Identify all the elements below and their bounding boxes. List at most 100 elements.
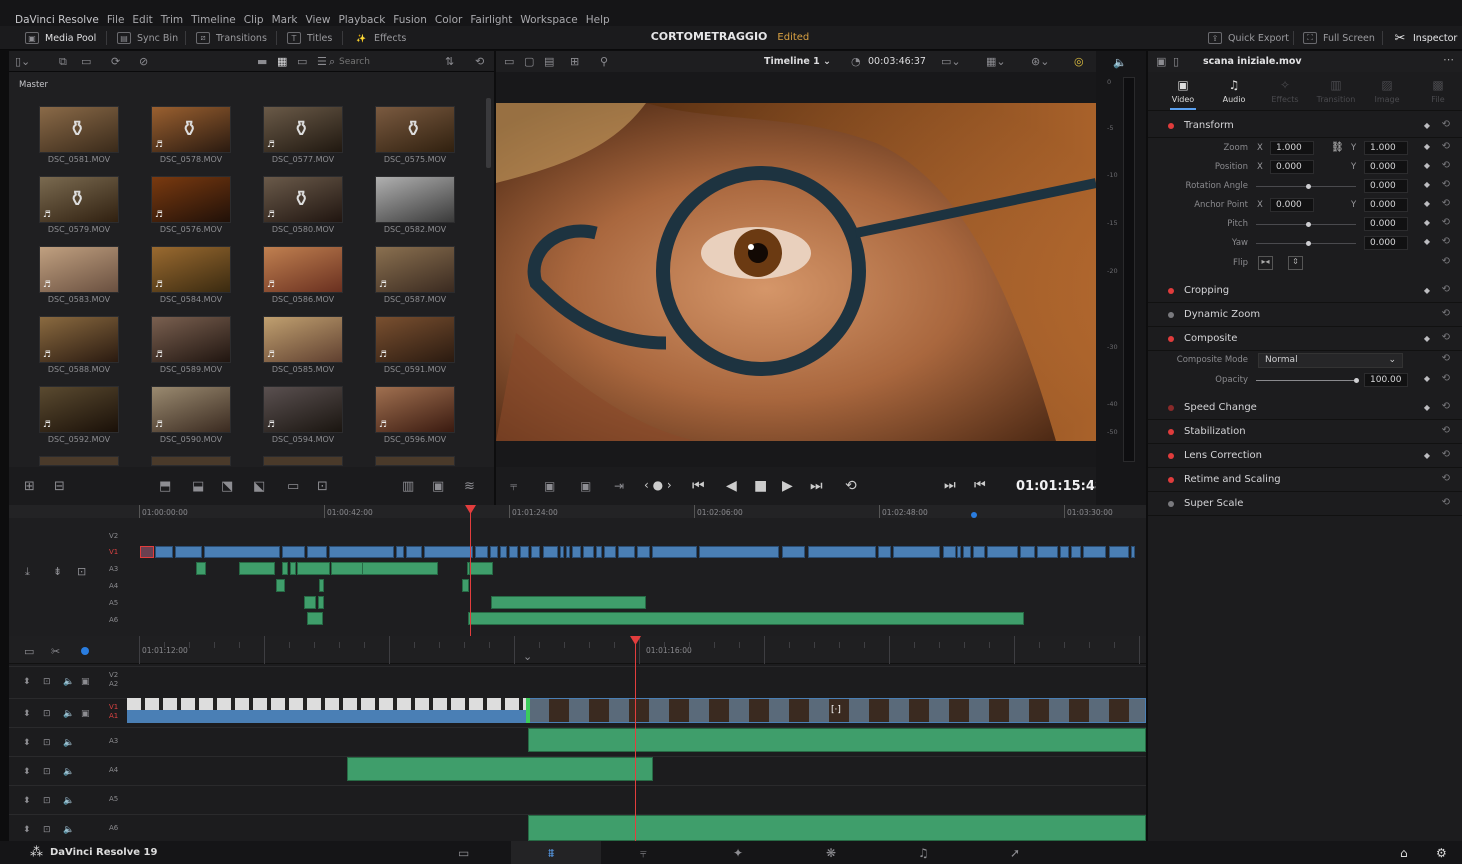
reset-icon[interactable]: ⟲ <box>1442 179 1450 190</box>
toggle-dot-icon[interactable] <box>1168 404 1174 411</box>
audio-clip-linked[interactable] <box>127 710 528 723</box>
options-icon[interactable]: ⋯ <box>1443 53 1454 66</box>
video-clip[interactable] <box>987 546 1018 558</box>
video-clip[interactable] <box>396 546 404 558</box>
menu-item-7[interactable]: View <box>306 14 331 26</box>
audio-clip[interactable] <box>318 596 324 609</box>
clip-thumbnail-partial[interactable] <box>375 456 455 466</box>
inspector-button[interactable]: ✂ Inspector <box>1393 30 1458 46</box>
scissors-icon[interactable]: ✂ <box>51 645 60 658</box>
yaw-value[interactable]: 0.000 <box>1364 236 1408 250</box>
menu-item-1[interactable]: File <box>107 14 125 26</box>
video-clip[interactable] <box>808 546 876 558</box>
clip-thumbnail[interactable]: ♬ <box>39 316 119 363</box>
keyframe-diamond-icon[interactable]: ◆ <box>1424 451 1430 460</box>
reset-icon[interactable]: ⟲ <box>1442 198 1450 209</box>
video-clip[interactable] <box>596 546 602 558</box>
audio-clip[interactable] <box>276 579 285 592</box>
toggle-dot-icon[interactable] <box>1168 452 1174 459</box>
zoom-value[interactable]: 1.000 <box>1270 141 1314 155</box>
audio-clip[interactable] <box>362 562 438 575</box>
rotation-value[interactable]: 0.000 <box>1364 179 1408 193</box>
track-move-icon[interactable]: ⬍ <box>23 796 31 806</box>
section-super-scale[interactable]: Super Scale ⟲ <box>1148 492 1462 516</box>
unlink-icon[interactable]: ⊘ <box>139 55 148 68</box>
video-clip[interactable] <box>1060 546 1069 558</box>
full-screen-button[interactable]: ⛶ Full Screen <box>1303 30 1375 46</box>
link-icon[interactable]: ⛓ <box>1331 142 1344 153</box>
keyframe-diamond-icon[interactable]: ◆ <box>1424 374 1430 383</box>
audio-clip[interactable] <box>297 562 330 575</box>
edit-point-handle[interactable] <box>526 698 530 723</box>
viewer-size-icon[interactable]: ▭⌄ <box>941 55 961 68</box>
toggle-dot-icon[interactable] <box>1168 311 1174 318</box>
menu-item-9[interactable]: Fusion <box>393 14 427 26</box>
link-icon[interactable]: ⟳ <box>111 55 120 68</box>
menu-item-11[interactable]: Fairlight <box>470 14 512 26</box>
smart-insert-icon[interactable]: ⬒ <box>159 479 171 494</box>
reset-icon[interactable]: ⟲ <box>1442 497 1450 508</box>
clip-thumbnail-partial[interactable] <box>263 456 343 466</box>
play-icon[interactable]: ▶ <box>782 478 793 494</box>
video-clip-filmstrip[interactable] <box>127 698 528 710</box>
clip-thumbnail[interactable]: ♬ <box>151 386 231 433</box>
sort-icon[interactable]: ⇅ <box>445 55 454 68</box>
match-frame-icon[interactable]: ⇥ <box>614 479 624 493</box>
menu-item-8[interactable]: Playback <box>338 14 385 26</box>
reset-icon[interactable]: ⟲ <box>1442 236 1450 247</box>
close-up-icon[interactable]: ⬕ <box>253 479 265 494</box>
video-clip[interactable] <box>1131 546 1135 558</box>
titles-button[interactable]: T Titles <box>287 30 332 46</box>
rotation-slider[interactable] <box>1256 184 1356 189</box>
video-clip[interactable] <box>583 546 594 558</box>
reset-icon[interactable]: ⟲ <box>1442 332 1450 343</box>
clip-thumbnail[interactable]: ⚱ ♬ <box>263 176 343 223</box>
reset-icon[interactable]: ⟲ <box>1442 401 1450 412</box>
keyframe-diamond-icon[interactable]: ◆ <box>1424 218 1430 227</box>
section-dynamic-zoom[interactable]: Dynamic Zoom ⟲ <box>1148 303 1462 327</box>
split-icon[interactable]: ▯ <box>1173 55 1179 68</box>
video-clip[interactable] <box>282 546 305 558</box>
video-clip[interactable] <box>782 546 805 558</box>
keyframe-diamond-icon[interactable]: ◆ <box>1424 237 1430 246</box>
tab-image[interactable]: ▨ Image <box>1362 73 1412 111</box>
track-speaker-icon[interactable]: 🔈 <box>63 825 74 835</box>
audio-clip[interactable] <box>528 815 1146 841</box>
trim-icon[interactable]: ⫧ <box>510 479 517 494</box>
refresh-icon[interactable]: ⟲ <box>475 55 484 68</box>
flip-vertical-icon[interactable]: ⇕ <box>1288 256 1303 270</box>
append-icon[interactable]: ⬓ <box>192 479 204 494</box>
timeline-selector[interactable]: Timeline 1 ⌄ <box>764 56 831 67</box>
position-value[interactable]: 0.000 <box>1364 160 1408 174</box>
folder-icon[interactable]: ▭ <box>81 55 91 68</box>
pin-icon[interactable]: ⚲ <box>600 55 608 68</box>
reset-icon[interactable]: ⟲ <box>1442 449 1450 460</box>
mark-icon[interactable]: ▣ <box>432 479 444 494</box>
list-icon[interactable]: ☰ <box>317 55 327 68</box>
ripple-overwrite-icon[interactable]: ⬔ <box>221 479 233 494</box>
reset-icon[interactable]: ⟲ <box>1442 373 1450 384</box>
quick-export-button[interactable]: ⇪ Quick Export <box>1208 30 1289 46</box>
reset-icon[interactable]: ⟲ <box>1442 217 1450 228</box>
clip-thumbnail[interactable]: ♬ <box>39 386 119 433</box>
video-clip[interactable] <box>618 546 635 558</box>
video-clip[interactable] <box>973 546 985 558</box>
metadata-view-icon[interactable]: ▭ <box>297 55 307 68</box>
slider-knob[interactable] <box>1306 241 1311 246</box>
list-view-icon[interactable]: ▬ <box>257 55 267 68</box>
video-clip[interactable] <box>637 546 650 558</box>
video-clip[interactable] <box>424 546 473 558</box>
audio-clip[interactable] <box>319 579 324 592</box>
section-stabilization[interactable]: Stabilization ⟲ <box>1148 420 1462 444</box>
audio-clip[interactable] <box>290 562 296 575</box>
audio-clip[interactable] <box>304 596 316 609</box>
keyframe-diamond-icon[interactable]: ◆ <box>1424 403 1430 412</box>
menu-item-4[interactable]: Timeline <box>191 14 236 26</box>
stop-icon[interactable]: ■ <box>754 478 767 494</box>
video-clip[interactable] <box>490 546 498 558</box>
clip-thumbnail-partial[interactable] <box>151 456 231 466</box>
color-page-icon[interactable]: ❋ <box>826 846 836 860</box>
section-lens-correction[interactable]: Lens Correction ◆ ⟲ <box>1148 444 1462 468</box>
clip-thumbnail[interactable]: ⚱ <box>39 106 119 153</box>
clip-thumbnail[interactable]: ♬ <box>375 386 455 433</box>
